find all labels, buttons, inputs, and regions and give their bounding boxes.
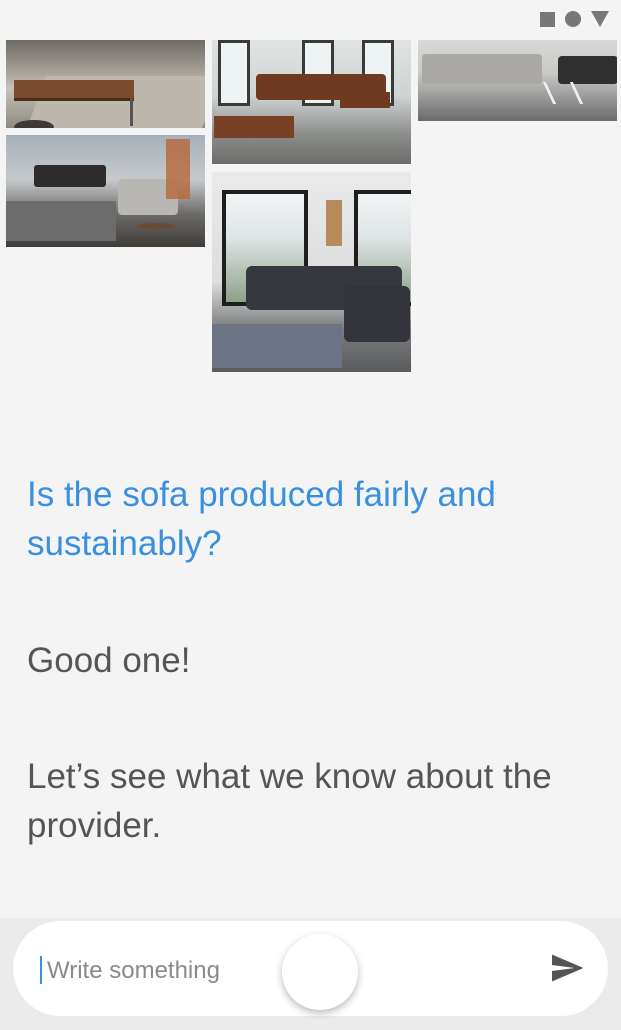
room-scene [6, 40, 205, 128]
room-scene [212, 172, 411, 372]
triangle-icon [591, 11, 609, 27]
sofa-photo[interactable] [212, 172, 411, 372]
room-scene [418, 40, 617, 121]
message-input[interactable] [45, 950, 279, 992]
circle-icon [565, 11, 581, 27]
room-scene [212, 40, 411, 164]
voice-button[interactable] [282, 934, 358, 1010]
bot-reply: Good one! [27, 641, 191, 680]
text-caret [40, 956, 42, 984]
status-bar [0, 0, 621, 38]
send-icon [552, 954, 584, 982]
send-button[interactable] [547, 950, 587, 986]
sofa-photo[interactable] [418, 40, 617, 121]
sofa-photo[interactable] [212, 40, 411, 164]
sofa-photo[interactable] [6, 40, 205, 128]
user-question: Is the sofa produced fairly and sustaina… [27, 475, 496, 563]
bot-reply: Let’s see what we know about the provide… [27, 757, 552, 845]
sofa-photo[interactable] [6, 135, 205, 247]
status-icons [540, 11, 609, 27]
room-scene [6, 135, 205, 247]
square-icon [540, 11, 555, 27]
